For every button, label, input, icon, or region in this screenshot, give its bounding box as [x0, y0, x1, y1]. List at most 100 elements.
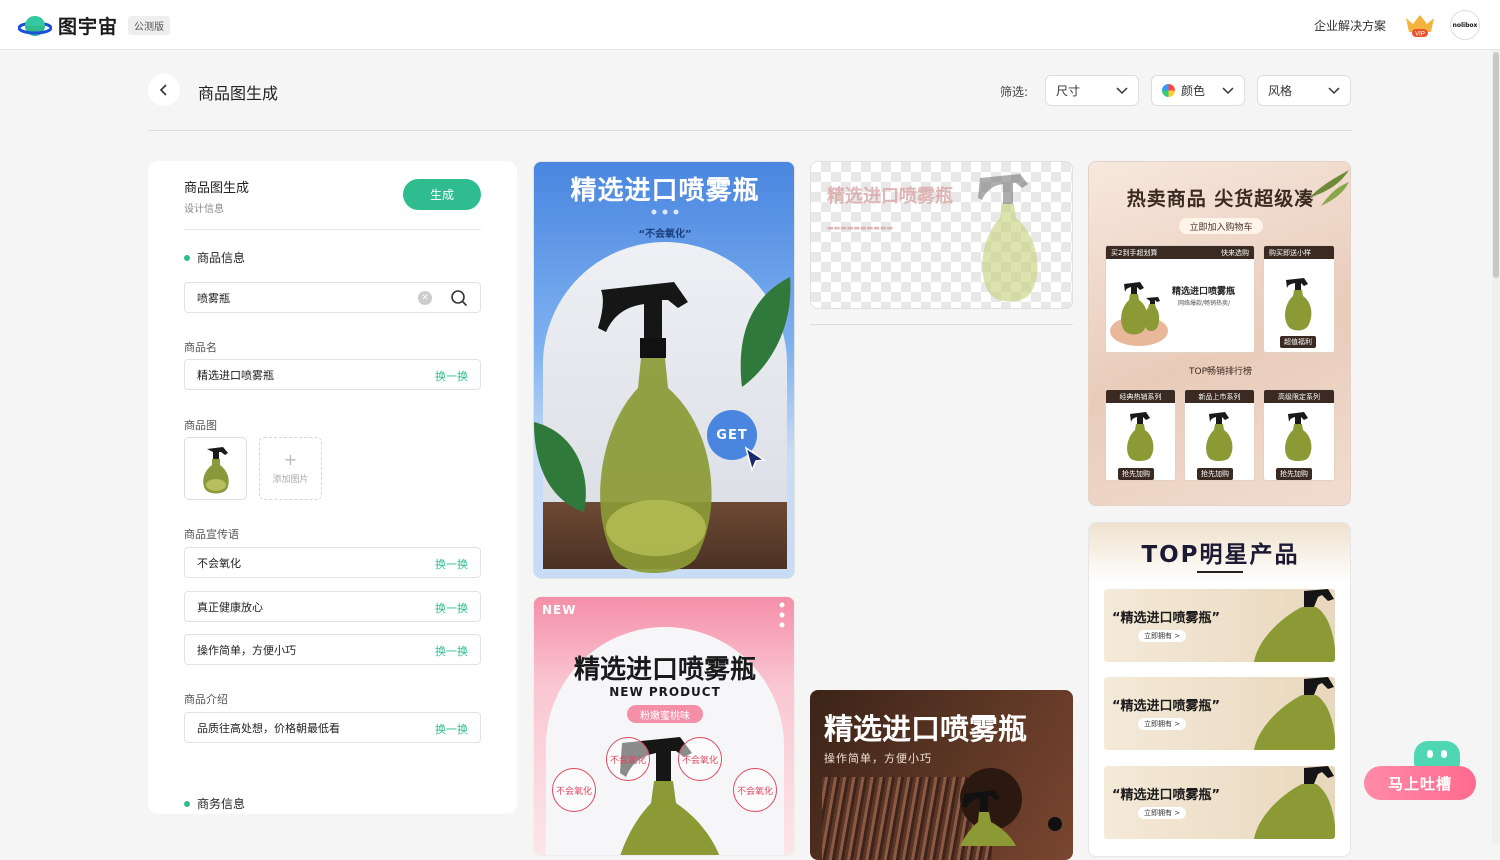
template-card-brown[interactable]: 精选进口喷雾瓶 操作简单，方便小巧 — [810, 690, 1073, 860]
feedback-button[interactable]: 马上吐槽 — [1364, 766, 1476, 800]
add-image-button[interactable]: + 添加图片 — [259, 437, 322, 500]
swap-button[interactable]: 换一换 — [435, 721, 468, 737]
slogan-value: 不会氧化 — [197, 556, 241, 570]
swap-button[interactable]: 换一换 — [435, 556, 468, 572]
template-card-transparent[interactable]: 精选进口喷雾瓶 ▬▬▬▬▬▬▬▬▬▬ — [810, 161, 1073, 309]
logo-text: 图宇宙 — [58, 16, 119, 38]
panel-divider — [184, 229, 481, 230]
cursor-icon — [744, 446, 766, 472]
template-card-peach[interactable]: 热卖商品 尖货超级凑 立即加入购物车 买2到手超划算 快来选购 精选进口喷雾瓶 网… — [1088, 161, 1351, 506]
template-card-blue[interactable]: 精选进口喷雾瓶 “不会氧化” GET — [533, 161, 795, 579]
design-info-panel: 商品图生成 设计信息 生成 商品信息 喷雾瓶 ✕ 商品名 精选进口喷雾瓶 换一换… — [148, 161, 517, 814]
card-title: 精选进口喷雾瓶 — [570, 176, 760, 206]
add-to-cart-pill: 立即加入购物车 — [1179, 218, 1263, 234]
slogan-field[interactable]: 真正健康放心 换一换 — [184, 591, 481, 622]
slogan-field[interactable]: 操作简单，方便小巧 换一换 — [184, 634, 481, 665]
generate-button[interactable]: 生成 — [403, 179, 481, 210]
more-options-icon[interactable] — [778, 601, 786, 629]
style-filter-dropdown[interactable]: 风格 — [1257, 75, 1351, 106]
stamp-badge: 不会氧化 — [552, 768, 596, 812]
spray-bottle-image — [1285, 278, 1312, 331]
spray-bottle-image — [1127, 412, 1154, 461]
spray-bottle-image — [202, 446, 229, 493]
swap-button[interactable]: 换一换 — [435, 600, 468, 616]
series-header: 新品上市系列 — [1185, 390, 1254, 403]
card-title: 精选进口喷雾瓶 — [573, 655, 756, 685]
template-card-top-products[interactable]: TOP明星产品 “精选进口喷雾瓶” 立即拥有 > “精选进口喷雾瓶” 立即拥有 … — [1088, 522, 1351, 857]
promo-line: 网络爆款/畅销热卖/ — [1178, 300, 1231, 307]
vip-label: VIP — [1415, 32, 1425, 38]
color-filter-dropdown[interactable]: 颜色 — [1151, 75, 1245, 106]
section-dot — [184, 800, 190, 807]
size-filter-label: 尺寸 — [1056, 84, 1081, 98]
intro-field[interactable]: 品质往高处想，价格朝最低看 换一换 — [184, 712, 481, 743]
product-banner: “精选进口喷雾瓶” 立即拥有 > — [1104, 677, 1335, 750]
series-header: 经典热销系列 — [1106, 390, 1175, 403]
enterprise-solutions-link[interactable]: 企业解决方案 — [1314, 17, 1386, 34]
banner-title: “精选进口喷雾瓶” — [1112, 611, 1221, 626]
gift-box: 购买即送小样 超值福利 — [1263, 245, 1335, 353]
color-filter-label: 颜色 — [1181, 84, 1206, 98]
card-subtitle: 操作简单，方便小巧 — [824, 752, 932, 765]
intro-label: 商品介绍 — [184, 693, 228, 706]
robot-eye — [1441, 750, 1447, 758]
product-name-field[interactable]: 精选进口喷雾瓶 换一换 — [184, 359, 481, 390]
product-info-heading: 商品信息 — [184, 249, 245, 266]
product-search-input[interactable]: 喷雾瓶 ✕ — [184, 282, 481, 313]
spray-bottle-image — [1254, 677, 1335, 750]
section-dot — [184, 254, 190, 261]
size-filter-dropdown[interactable]: 尺寸 — [1045, 75, 1139, 106]
product-banner: “精选进口喷雾瓶” 立即拥有 > — [1104, 766, 1335, 839]
stamp-badge: 不会氧化 — [678, 737, 722, 781]
stamp-badge: 不会氧化 — [606, 737, 650, 781]
color-wheel-icon — [1162, 84, 1175, 97]
scrollbar-thumb[interactable] — [1493, 52, 1499, 278]
title-underline — [1197, 571, 1243, 573]
banner-button: 立即拥有 > — [1138, 718, 1187, 730]
product-thumbnail[interactable] — [184, 437, 247, 500]
avatar[interactable]: nolibox — [1450, 10, 1480, 40]
style-filter-label: 风格 — [1268, 84, 1293, 98]
chevron-down-icon — [1328, 87, 1340, 95]
spray-bottle-image — [1254, 766, 1335, 839]
template-card-pink[interactable]: NEW 精选进口喷雾瓶 NEW PRODUCT 粉嫩蜜桃味 不会氧化 不会氧化 … — [533, 596, 795, 856]
spray-bottle-image — [598, 282, 712, 573]
series-header: 高级限定系列 — [1264, 390, 1334, 403]
product-info-label: 商品信息 — [197, 251, 246, 265]
plus-icon: + — [283, 450, 298, 469]
panel-subtitle: 设计信息 — [184, 204, 224, 215]
search-icon[interactable] — [450, 289, 468, 307]
dots-icon — [651, 209, 679, 215]
swap-button[interactable]: 换一换 — [435, 643, 468, 659]
business-info-heading: 商务信息 — [184, 795, 245, 812]
buy-tag: 抢先加购 — [1276, 468, 1312, 480]
leaf-icon — [740, 277, 791, 387]
clear-icon[interactable]: ✕ — [418, 291, 432, 305]
spray-bottle-image — [978, 174, 1038, 302]
banner-button: 立即拥有 > — [1138, 807, 1187, 819]
top-bar: 图宇宙 公测版 企业解决方案 VIP nolibox — [0, 0, 1500, 50]
back-button[interactable] — [148, 74, 180, 106]
flavor-pill: 粉嫩蜜桃味 — [627, 705, 703, 723]
slogan-value: 操作简单，方便小巧 — [197, 643, 296, 657]
add-image-label: 添加图片 — [272, 475, 309, 485]
swap-button[interactable]: 换一换 — [435, 368, 468, 384]
feedback-widget[interactable]: 马上吐槽 — [1364, 741, 1476, 801]
intro-value: 品质往高处想，价格朝最低看 — [197, 721, 340, 735]
slogan-label: 商品宣传语 — [184, 528, 239, 541]
banner-button: 立即拥有 > — [1138, 630, 1187, 642]
logo[interactable]: 图宇宙 公测版 — [18, 12, 171, 39]
series-label: 经典热销系列 — [1119, 392, 1162, 401]
spray-bottle-image — [1254, 589, 1335, 662]
rank-heading: TOP畅销排行榜 — [1188, 367, 1252, 377]
banner-title: “精选进口喷雾瓶” — [1112, 788, 1221, 803]
promo-box-left: 买2到手超划算 — [1111, 248, 1158, 257]
spray-bottle-image — [960, 790, 1016, 846]
vip-crown-icon[interactable]: VIP — [1404, 12, 1436, 38]
series-label: 高级限定系列 — [1278, 392, 1320, 401]
chevron-down-icon — [1222, 87, 1234, 95]
slogan-field[interactable]: 不会氧化 换一换 — [184, 547, 481, 578]
promo-box: 买2到手超划算 快来选购 精选进口喷雾瓶 网络爆款/畅销热卖/ — [1105, 245, 1255, 353]
card-subtitle: NEW PRODUCT — [609, 685, 721, 699]
spray-bottle-image — [1206, 412, 1233, 461]
